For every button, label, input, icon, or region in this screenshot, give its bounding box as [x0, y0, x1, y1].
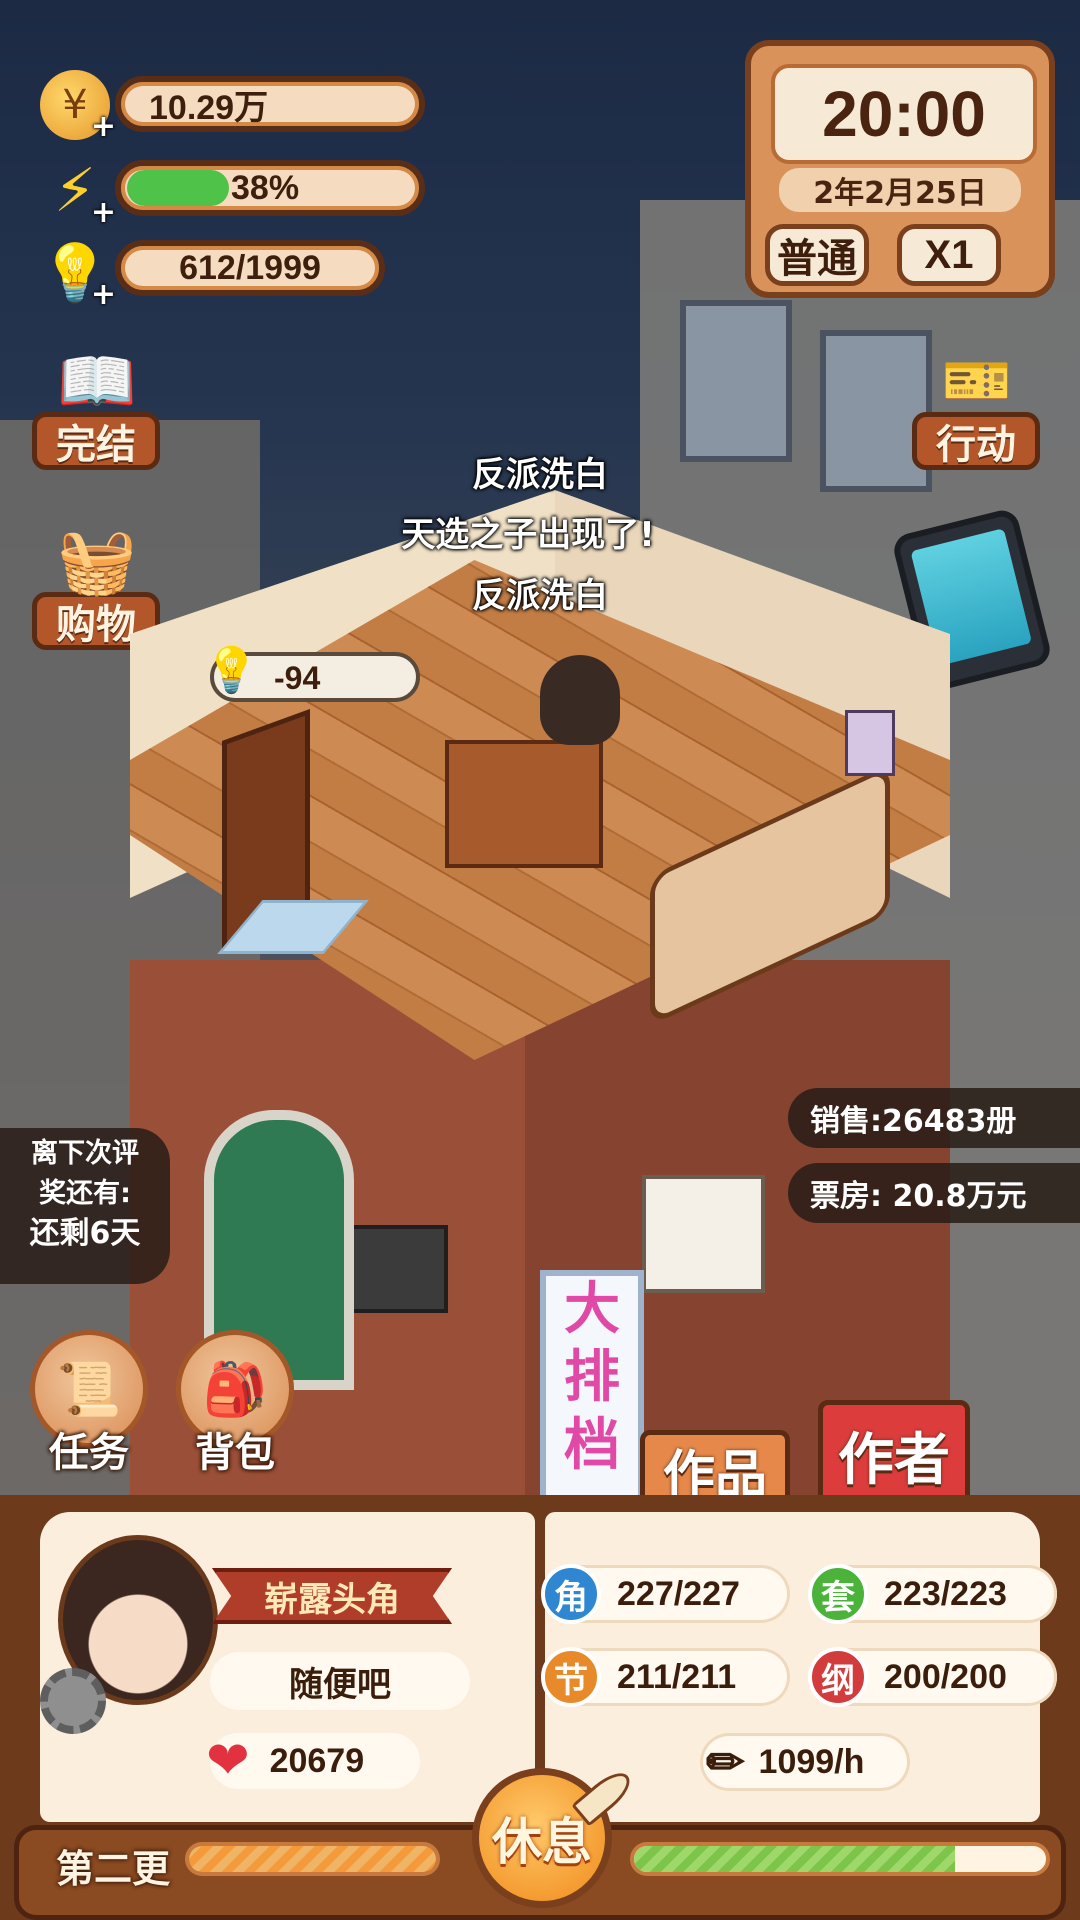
- recruit-sign: [642, 1175, 765, 1293]
- event-text-2: 天选之子出现了!: [401, 515, 655, 555]
- backpack-icon: 🎒: [202, 1359, 268, 1420]
- action-label: 行动: [912, 412, 1040, 470]
- chapter-value: 211/211: [617, 1657, 737, 1696]
- energy-fill: [127, 170, 229, 206]
- sales-books: 销售:26483册: [788, 1088, 1080, 1148]
- event-text-1: 反派洗白: [472, 455, 608, 495]
- idea-bar: 612/1999: [115, 240, 385, 296]
- coin-icon[interactable]: ¥ +: [40, 70, 116, 144]
- lightbulb-icon: 💡: [204, 645, 259, 696]
- character-avatar[interactable]: [540, 655, 620, 745]
- clock-panel: 20:00 2年2月25日 普通 X1: [745, 40, 1055, 298]
- stat-rate: ✏ 1099/h: [700, 1733, 910, 1791]
- bag-label: 背包: [195, 1430, 275, 1476]
- ticket-icon: 🎫: [942, 349, 1012, 414]
- review-remaining: 还剩6天: [29, 1216, 141, 1251]
- outline-value: 200/200: [884, 1657, 1007, 1696]
- lightbulb-icon[interactable]: 💡 +: [40, 238, 116, 312]
- writing-progress: [630, 1842, 1050, 1876]
- vertical-sign: 大排档: [540, 1270, 644, 1532]
- set-badge-icon: 套: [808, 1564, 868, 1624]
- review-line-2: 奖还有:: [39, 1178, 131, 1209]
- clock-time: 20:00: [771, 64, 1037, 164]
- stat-role: 角 227/227: [541, 1564, 790, 1624]
- coin-bar: 10.29万: [115, 76, 425, 132]
- pencil-icon: ✏: [706, 1736, 745, 1788]
- likes-box: ❤ 20679: [206, 1731, 420, 1791]
- profile-title-ribbon: 崭露头角: [212, 1568, 452, 1624]
- scroll-icon: 📜: [56, 1359, 122, 1420]
- finish-button[interactable]: 📖 完结: [32, 340, 162, 470]
- role-badge-icon: 角: [541, 1564, 601, 1624]
- stat-outline: 纲 200/200: [808, 1647, 1057, 1707]
- stat-chapter: 节 211/211: [541, 1647, 790, 1707]
- profile-name: 随便吧: [289, 1664, 391, 1705]
- stat-set: 套 223/223: [808, 1564, 1057, 1624]
- author-tab[interactable]: 作者: [818, 1400, 970, 1510]
- open-book-icon: 📖: [57, 344, 137, 419]
- writing-progress-fill: [634, 1846, 956, 1872]
- energy-bar: 38%: [115, 160, 425, 216]
- set-value: 223/223: [884, 1574, 1007, 1613]
- update-progress: [185, 1842, 440, 1876]
- speed-mode-button[interactable]: 普通: [765, 224, 869, 286]
- sales-books-text: 销售:26483册: [810, 1104, 1017, 1139]
- idea-value: 612/1999: [179, 248, 321, 287]
- review-line-1: 离下次评: [31, 1138, 139, 1169]
- poster: [845, 710, 895, 776]
- likes-value: 20679: [269, 1741, 365, 1780]
- plus-icon: +: [90, 277, 116, 312]
- idea-change: -94: [274, 660, 321, 696]
- plus-icon: +: [90, 109, 116, 144]
- update-label: 第二更: [56, 1847, 171, 1891]
- review-timer: 离下次评 奖还有: 还剩6天: [0, 1128, 170, 1284]
- energy-icon[interactable]: ⚡ +: [40, 156, 116, 230]
- chapter-badge-icon: 节: [541, 1647, 601, 1707]
- idea-bubble: 💡 -94: [204, 645, 420, 702]
- plus-icon: +: [90, 195, 116, 230]
- sales-box-office: 票房: 20.8万元: [788, 1163, 1080, 1223]
- profile-name-box: 随便吧: [210, 1652, 470, 1710]
- basket-icon: 🧺: [57, 524, 137, 599]
- clock-date: 2年2月25日: [779, 168, 1021, 212]
- sales-box-office-text: 票房: 20.8万元: [810, 1179, 1027, 1214]
- event-text-3: 反派洗白: [472, 576, 608, 616]
- profile-title: 崭露头角: [264, 1579, 400, 1620]
- speed-multiplier-button[interactable]: X1: [897, 224, 1001, 286]
- action-button[interactable]: 🎫 行动: [912, 340, 1042, 470]
- outline-badge-icon: 纲: [808, 1647, 868, 1707]
- role-value: 227/227: [617, 1574, 740, 1613]
- settings-gear-icon[interactable]: [40, 1668, 106, 1734]
- tasks-label: 任务: [49, 1430, 129, 1476]
- background-window: [680, 300, 792, 462]
- heart-icon: ❤: [206, 1731, 250, 1791]
- energy-value: 38%: [231, 168, 300, 207]
- rate-value: 1099/h: [758, 1742, 865, 1781]
- finish-label: 完结: [32, 412, 160, 470]
- coin-value: 10.29万: [149, 88, 269, 127]
- update-progress-fill: [189, 1846, 436, 1872]
- desk[interactable]: [445, 740, 603, 868]
